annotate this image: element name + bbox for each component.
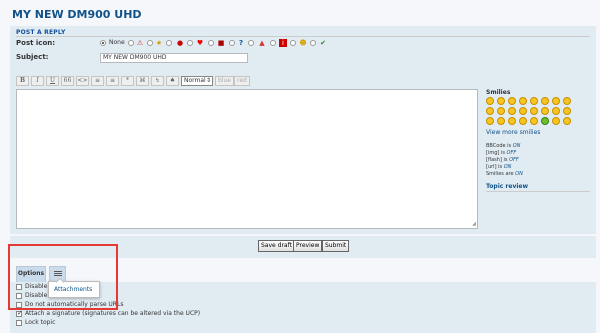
smiley-icon[interactable]: [486, 117, 494, 125]
post-icon-radio-none[interactable]: [100, 40, 106, 46]
alert-icon: ⚠: [136, 39, 144, 47]
save-draft-button[interactable]: Save draft: [258, 240, 295, 252]
smiley-icon[interactable]: [552, 107, 560, 115]
heart-icon: ♥: [196, 39, 204, 47]
smiley-icon[interactable]: [486, 107, 494, 115]
underline-button[interactable]: U: [46, 76, 59, 86]
color-blue-button[interactable]: blue: [215, 76, 234, 86]
smiley-icon[interactable]: [541, 117, 549, 125]
bold-button[interactable]: B: [16, 76, 29, 86]
post-icon-radio[interactable]: [147, 40, 153, 46]
post-icon-radio[interactable]: [270, 40, 276, 46]
flash-button[interactable]: ♠: [166, 76, 179, 86]
smiley-icon[interactable]: [497, 97, 505, 105]
smilies-status-value: ON: [515, 171, 523, 177]
post-icon-radio[interactable]: [208, 40, 214, 46]
smiley-icon[interactable]: [541, 97, 549, 105]
font-size-select[interactable]: Normal ⇕: [181, 76, 213, 86]
flash-status: [flash] is OFF: [486, 157, 519, 163]
italic-button[interactable]: I: [31, 76, 44, 86]
square-icon: ■: [217, 39, 225, 47]
smiley-icon[interactable]: [508, 107, 516, 115]
smiley-icon[interactable]: [552, 117, 560, 125]
font-size-value: Normal: [184, 77, 206, 84]
star-icon: ★: [155, 39, 163, 47]
post-icon-radio[interactable]: [166, 40, 172, 46]
smiley-icon[interactable]: [552, 97, 560, 105]
view-more-smilies-link[interactable]: View more smilies: [486, 129, 540, 136]
checkmark-icon: ✔: [320, 39, 326, 47]
smiley-icon[interactable]: [563, 117, 571, 125]
flash-status-label: [flash] is: [486, 157, 510, 163]
code-button[interactable]: <>: [76, 76, 89, 86]
flash-status-value: OFF: [509, 157, 519, 163]
highlight-box: [8, 244, 118, 310]
info-icon: i: [279, 39, 287, 47]
post-icon-radio[interactable]: [290, 40, 296, 46]
smiley-icon[interactable]: [497, 117, 505, 125]
subject-label: Subject:: [16, 53, 49, 61]
option-checkbox[interactable]: [16, 309, 23, 317]
color-red-button[interactable]: red: [234, 76, 250, 86]
ordered-list-button[interactable]: ≡: [106, 76, 119, 86]
url-status-value: ON: [503, 164, 512, 170]
post-icon-label: Post icon:: [16, 39, 56, 47]
post-icon-radio[interactable]: [187, 40, 193, 46]
select-arrows-icon: ⇕: [205, 77, 211, 84]
smiley-icon[interactable]: [541, 107, 549, 115]
image-button[interactable]: ⌘: [136, 76, 149, 86]
option-checkbox[interactable]: [16, 320, 22, 326]
smilies-status-label: Smilies are: [486, 171, 516, 177]
smiley-icon: ☻: [299, 39, 307, 47]
post-icon-none-label: None: [109, 39, 125, 46]
topic-review-divider: [486, 191, 590, 192]
img-status: [img] is OFF: [486, 150, 516, 156]
post-icon-radio[interactable]: [310, 40, 316, 46]
smiley-icon[interactable]: [486, 97, 494, 105]
message-textarea[interactable]: ◢: [16, 89, 478, 229]
bbcode-status-value[interactable]: ON: [513, 143, 521, 149]
url-status-label: [url] is: [486, 164, 504, 170]
page-title: MY NEW DM900 UHD: [12, 8, 142, 21]
section-title: POST A REPLY: [16, 29, 66, 36]
smilies-title: Smilies: [486, 89, 511, 96]
subject-input[interactable]: MY NEW DM900 UHD: [100, 53, 248, 63]
quote-button[interactable]: 66: [61, 76, 74, 86]
smiley-icon[interactable]: [563, 97, 571, 105]
smilies-status: Smilies are ON: [486, 171, 523, 177]
smiley-icon[interactable]: [563, 107, 571, 115]
section-divider: [16, 36, 590, 37]
bbcode-status: BBCode is ON: [486, 143, 520, 149]
img-status-label: [img] is: [486, 150, 507, 156]
preview-button[interactable]: Preview: [293, 240, 323, 252]
topic-review-link[interactable]: Topic review: [486, 183, 528, 190]
smiley-icon[interactable]: [530, 117, 538, 125]
img-status-value: OFF: [506, 150, 517, 156]
bbcode-status-label: BBCode is: [486, 143, 513, 149]
list-button[interactable]: ≡: [91, 76, 104, 86]
post-icon-radio[interactable]: [229, 40, 235, 46]
warning-icon: ▲: [259, 39, 265, 47]
question-icon: ?: [238, 39, 244, 47]
smiley-icon[interactable]: [508, 117, 516, 125]
smiley-icon[interactable]: [497, 107, 505, 115]
option-checkbox-label: Attach a signature (signatures can be al…: [25, 310, 201, 317]
smiley-icon[interactable]: [530, 97, 538, 105]
link-button[interactable]: ↯: [151, 76, 164, 86]
smiley-icon[interactable]: [519, 97, 527, 105]
option-checkbox-label: Lock topic: [25, 319, 56, 326]
resize-handle-icon[interactable]: ◢: [472, 221, 476, 227]
smiley-icon[interactable]: [530, 107, 538, 115]
post-icon-radio[interactable]: [128, 40, 134, 46]
url-status: [url] is ON: [486, 164, 511, 170]
smiley-icon[interactable]: [519, 107, 527, 115]
smiley-icon[interactable]: [519, 117, 527, 125]
stop-icon: ●: [176, 39, 184, 47]
submit-button[interactable]: Submit: [322, 240, 350, 252]
post-icon-radio[interactable]: [248, 40, 254, 46]
smiley-icon[interactable]: [508, 97, 516, 105]
list-item-button[interactable]: *: [121, 76, 134, 86]
